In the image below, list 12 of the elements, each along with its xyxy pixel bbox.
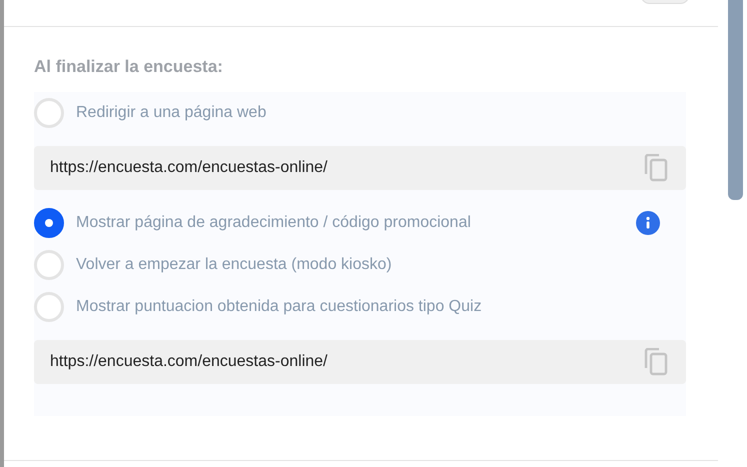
option-label[interactable]: Mostrar página de agradecimiento / código promocional: [76, 214, 471, 232]
radio-button[interactable]: [34, 208, 64, 238]
info-icon[interactable]: [636, 211, 660, 235]
url-field[interactable]: https://encuesta.com/encuestas-online/: [34, 146, 686, 190]
option-label[interactable]: Volver a empezar la encuesta (modo kiosko): [76, 256, 392, 274]
option-label[interactable]: Mostrar puntuacion obtenida para cuestionarios tipo Quiz: [76, 298, 482, 316]
copy-icon[interactable]: [644, 154, 668, 182]
url-field[interactable]: https://encuesta.com/encuestas-online/: [34, 340, 686, 384]
copy-icon[interactable]: [644, 348, 668, 376]
option-label[interactable]: Redirigir a una página web: [76, 104, 266, 122]
section-heading: Al finalizar la encuesta:: [34, 57, 224, 78]
scrollbar-thumb[interactable]: [728, 0, 743, 200]
